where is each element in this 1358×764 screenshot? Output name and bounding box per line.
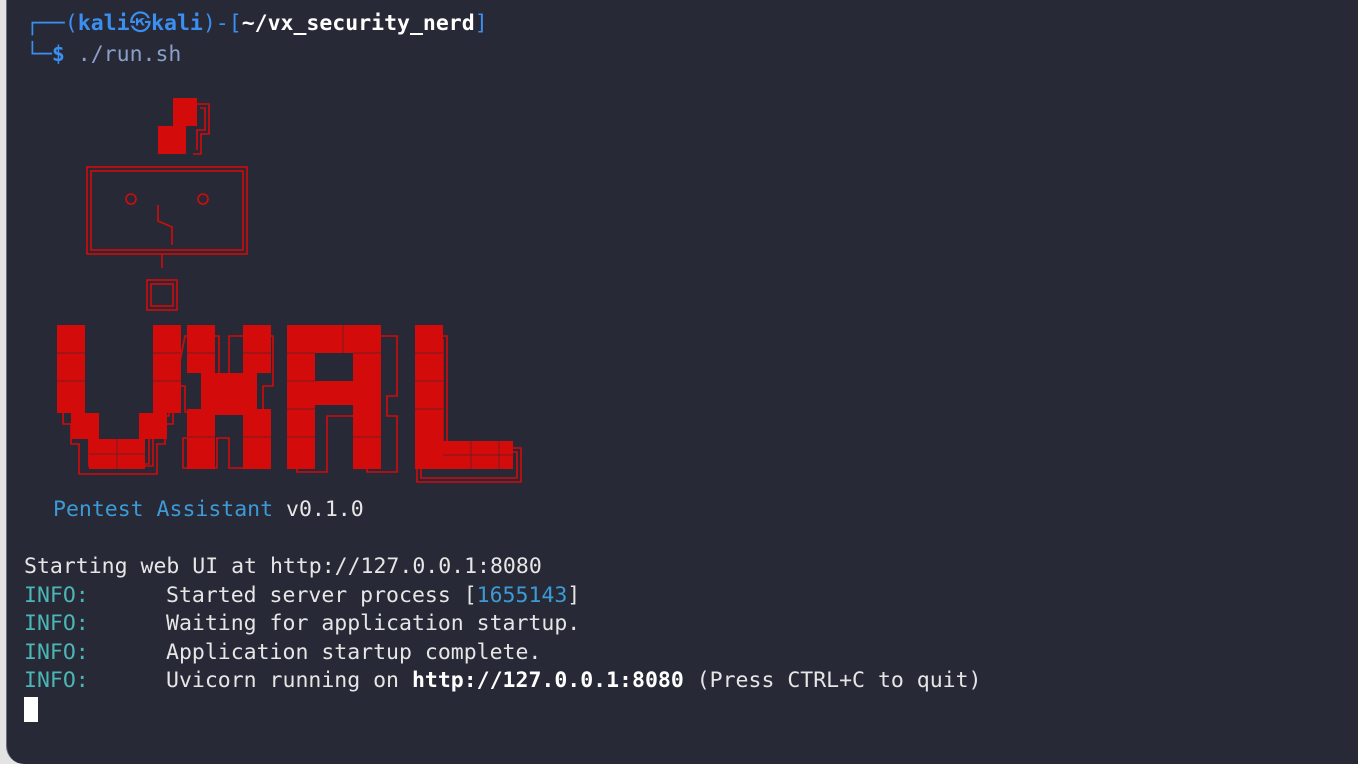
log-message: Application startup complete. — [166, 640, 542, 665]
log-level: INFO: — [24, 668, 89, 693]
app-version: v0.1.0 — [286, 497, 364, 522]
log-line: INFO: Waiting for application startup. — [24, 612, 580, 636]
log-line: INFO: Uvicorn running on http://127.0.0.1… — [24, 669, 982, 693]
app-name: Pentest Assistant — [53, 497, 274, 522]
log-message-end: ] — [567, 583, 581, 608]
startup-message: Starting web UI at http://127.0.0.1:8080 — [24, 554, 542, 579]
log-line: INFO: Started server process [1655143] — [24, 584, 580, 608]
terminal-cursor — [24, 697, 38, 722]
log-message: Waiting for application startup. — [166, 611, 581, 636]
terminal-window[interactable]: ┌──(kali㉿kali)-[~/vx_security_nerd] └─$ … — [6, 0, 1358, 764]
log-level: INFO: — [24, 640, 89, 665]
app-subtitle: Pentest Assistant v0.1.0 — [53, 498, 364, 522]
server-url[interactable]: http://127.0.0.1:8080 — [412, 668, 684, 693]
process-id: 1655143 — [476, 583, 568, 608]
log-message: Uvicorn running on — [166, 668, 412, 693]
log-line: INFO: Application startup complete. — [24, 641, 541, 665]
quit-hint: (Press CTRL+C to quit) — [683, 668, 982, 693]
log-message: Started server process [ — [166, 583, 477, 608]
log-level: INFO: — [24, 583, 89, 608]
log-level: INFO: — [24, 611, 89, 636]
